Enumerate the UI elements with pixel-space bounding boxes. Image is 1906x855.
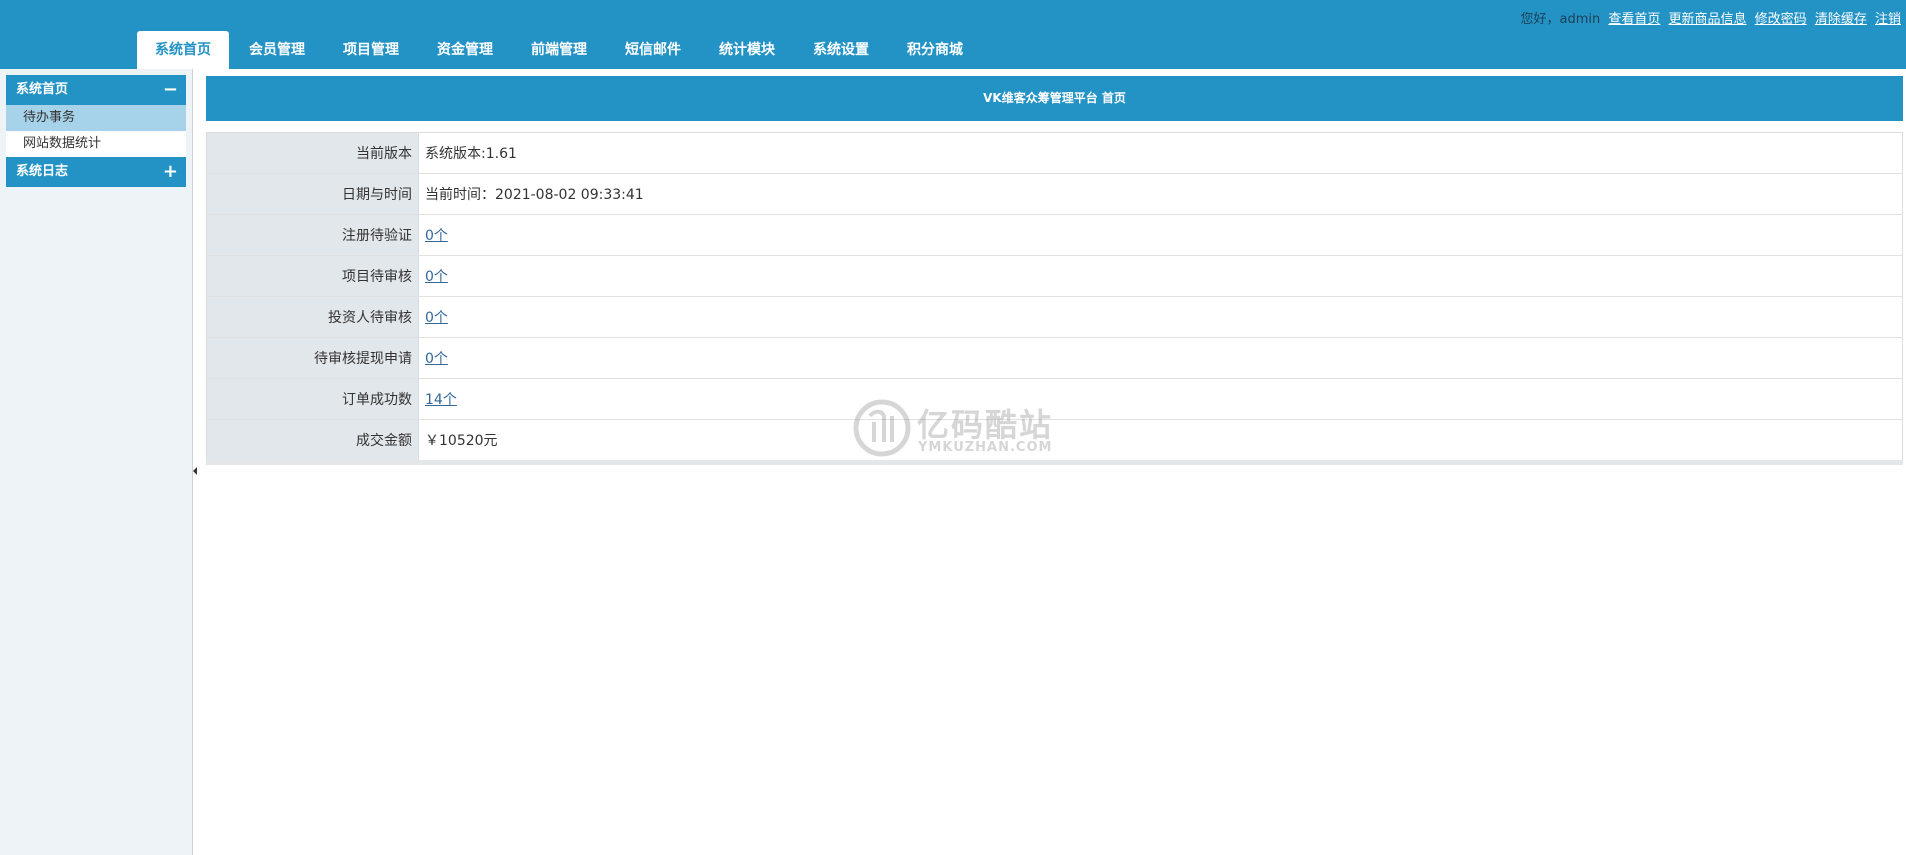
view-home-link[interactable]: 查看首页 — [1608, 12, 1660, 27]
sidebar: 系统首页 − 待办事务 网站数据统计 系统日志 + — [0, 69, 193, 855]
sidebar-group-title: 系统首页 — [16, 82, 69, 97]
table-row: 订单成功数 14个 — [206, 378, 1903, 420]
info-table: 当前版本 系统版本:1.61 日期与时间 当前时间：2021-08-02 09:33:… — [206, 132, 1903, 465]
tab-sms-email[interactable]: 短信邮件 — [607, 31, 699, 69]
logout-link[interactable]: 注销 — [1875, 12, 1901, 27]
row-label: 项目待审核 — [206, 255, 419, 297]
row-label: 日期与时间 — [206, 173, 419, 215]
tab-project-management[interactable]: 项目管理 — [325, 31, 417, 69]
sidebar-group-system-log[interactable]: 系统日志 + — [6, 157, 186, 187]
row-value: 当前时间：2021-08-02 09:33:41 — [418, 173, 1903, 215]
row-value-link[interactable]: 0个 — [425, 310, 448, 326]
top-header: 您好，admin 查看首页 更新商品信息 修改密码 清除缓存 注销 系统首页 会… — [0, 0, 1906, 69]
tab-points-mall[interactable]: 积分商城 — [889, 31, 981, 69]
row-value: 0个 — [418, 214, 1903, 256]
page-title: VK维客众筹管理平台 首页 — [206, 76, 1903, 121]
table-row: 项目待审核 0个 — [206, 255, 1903, 297]
row-value: 0个 — [418, 337, 1903, 379]
tab-system-home[interactable]: 系统首页 — [137, 31, 229, 69]
row-label: 投资人待审核 — [206, 296, 419, 338]
table-row: 成交金额 ￥10520元 — [206, 419, 1903, 463]
table-row: 注册待验证 0个 — [206, 214, 1903, 256]
greeting-text: 您好，admin — [1520, 12, 1601, 27]
row-label: 成交金额 — [206, 419, 419, 463]
table-row: 待审核提现申请 0个 — [206, 337, 1903, 379]
table-row: 当前版本 系统版本:1.61 — [206, 132, 1903, 174]
row-label: 当前版本 — [206, 132, 419, 174]
expand-icon[interactable]: + — [163, 157, 178, 187]
tab-frontend-management[interactable]: 前端管理 — [513, 31, 605, 69]
row-value-link[interactable]: 0个 — [425, 269, 448, 285]
tab-system-settings[interactable]: 系统设置 — [795, 31, 887, 69]
sidebar-group-title: 系统日志 — [16, 164, 69, 179]
tab-statistics[interactable]: 统计模块 — [701, 31, 793, 69]
row-label: 订单成功数 — [206, 378, 419, 420]
sidebar-group-system-home[interactable]: 系统首页 − — [6, 75, 186, 105]
table-row: 投资人待审核 0个 — [206, 296, 1903, 338]
row-label: 注册待验证 — [206, 214, 419, 256]
update-products-link[interactable]: 更新商品信息 — [1669, 12, 1747, 27]
row-value-link[interactable]: 14个 — [425, 392, 457, 408]
row-value: 0个 — [418, 296, 1903, 338]
clear-cache-link[interactable]: 清除缓存 — [1815, 12, 1867, 27]
main-content: VK维客众筹管理平台 首页 当前版本 系统版本:1.61 日期与时间 当前时间：202… — [206, 76, 1903, 465]
collapse-arrow-icon — [193, 467, 197, 475]
collapse-icon[interactable]: − — [163, 75, 178, 105]
change-password-link[interactable]: 修改密码 — [1755, 12, 1807, 27]
row-value-link[interactable]: 0个 — [425, 351, 448, 367]
tab-fund-management[interactable]: 资金管理 — [419, 31, 511, 69]
table-row: 日期与时间 当前时间：2021-08-02 09:33:41 — [206, 173, 1903, 215]
row-value: 系统版本:1.61 — [418, 132, 1903, 174]
sidebar-items: 待办事务 网站数据统计 — [6, 105, 186, 157]
sidebar-item-site-statistics[interactable]: 网站数据统计 — [6, 131, 186, 157]
tab-member-management[interactable]: 会员管理 — [231, 31, 323, 69]
row-value: ￥10520元 — [418, 419, 1903, 463]
sidebar-collapse-handle[interactable] — [192, 445, 199, 535]
row-label: 待审核提现申请 — [206, 337, 419, 379]
row-value: 0个 — [418, 255, 1903, 297]
main-nav: 系统首页 会员管理 项目管理 资金管理 前端管理 短信邮件 统计模块 系统设置 … — [137, 31, 983, 69]
sidebar-item-pending-tasks[interactable]: 待办事务 — [6, 105, 186, 131]
row-value: 14个 — [418, 378, 1903, 420]
top-links: 您好，admin 查看首页 更新商品信息 修改密码 清除缓存 注销 — [1520, 8, 1901, 27]
row-value-link[interactable]: 0个 — [425, 228, 448, 244]
